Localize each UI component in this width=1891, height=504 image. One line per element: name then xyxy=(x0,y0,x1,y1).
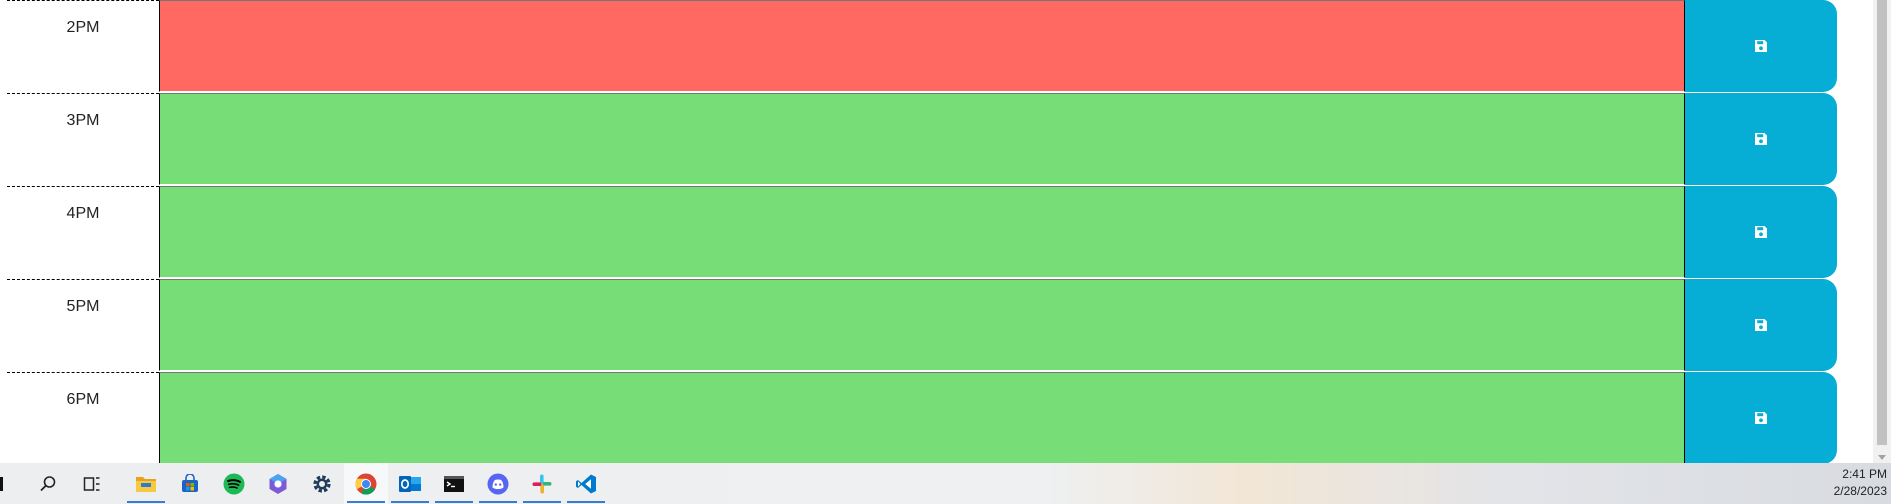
time-block-row: 2PM xyxy=(7,0,1839,93)
taskbar-button-search[interactable] xyxy=(26,463,70,504)
clock-time: 2:41 PM xyxy=(1842,467,1887,481)
windows-taskbar: 2:41 PM 2/28/2023 xyxy=(0,463,1891,504)
microsoft-store-icon xyxy=(180,473,200,494)
floppy-disk-icon xyxy=(1755,412,1767,424)
save-button[interactable] xyxy=(1685,0,1837,92)
taskbar-button-chrome[interactable] xyxy=(344,463,388,504)
taskbar-button-file-explorer[interactable] xyxy=(124,463,168,504)
vertical-scrollbar[interactable] xyxy=(1873,0,1891,463)
terminal-icon xyxy=(443,474,465,494)
start-button-edge[interactable] xyxy=(0,463,6,504)
floppy-disk-icon xyxy=(1755,319,1767,331)
taskbar-button-spotify[interactable] xyxy=(212,463,256,504)
time-block-row: 3PM xyxy=(7,93,1839,186)
hour-label: 2PM xyxy=(7,0,159,92)
time-block-list: 2PM 3PM 4PM 5PM 6PM xyxy=(7,0,1839,463)
save-button[interactable] xyxy=(1685,279,1837,371)
taskbar-button-slack[interactable] xyxy=(520,463,564,504)
clock-date: 2/28/2023 xyxy=(1833,484,1887,498)
discord-icon xyxy=(487,473,509,495)
time-block-row: 5PM xyxy=(7,279,1839,372)
event-description-input[interactable] xyxy=(159,186,1685,278)
save-button[interactable] xyxy=(1685,372,1837,463)
taskbar-button-vscode[interactable] xyxy=(564,463,608,504)
hour-label: 3PM xyxy=(7,93,159,185)
taskbar-button-terminal[interactable] xyxy=(432,463,476,504)
event-description-input[interactable] xyxy=(159,279,1685,371)
time-block-row: 6PM xyxy=(7,372,1839,463)
scroll-down-arrow-icon[interactable] xyxy=(1878,455,1886,460)
copilot-icon xyxy=(267,473,289,495)
time-block-row: 4PM xyxy=(7,186,1839,279)
hour-label: 5PM xyxy=(7,279,159,371)
taskbar-button-settings-gear[interactable] xyxy=(300,463,344,504)
settings-gear-icon xyxy=(311,473,333,495)
event-description-input[interactable] xyxy=(159,0,1685,92)
event-description-input[interactable] xyxy=(159,372,1685,463)
taskbar-button-copilot[interactable] xyxy=(256,463,300,504)
file-explorer-icon xyxy=(135,474,157,494)
save-button[interactable] xyxy=(1685,93,1837,185)
taskbar-button-outlook[interactable] xyxy=(388,463,432,504)
taskbar-button-task-view[interactable] xyxy=(70,463,114,504)
browser-viewport: 2PM 3PM 4PM 5PM 6PM xyxy=(0,0,1873,463)
slack-icon xyxy=(531,473,553,495)
task-view-icon xyxy=(83,475,101,493)
event-description-input[interactable] xyxy=(159,93,1685,185)
floppy-disk-icon xyxy=(1755,133,1767,145)
taskbar-button-discord[interactable] xyxy=(476,463,520,504)
hour-label: 6PM xyxy=(7,372,159,463)
chrome-icon xyxy=(355,473,377,495)
floppy-disk-icon xyxy=(1755,226,1767,238)
vscode-icon xyxy=(575,473,597,495)
spotify-icon xyxy=(223,473,245,495)
taskbar-button-microsoft-store[interactable] xyxy=(168,463,212,504)
scrollbar-thumb[interactable] xyxy=(1877,0,1887,445)
system-clock[interactable]: 2:41 PM 2/28/2023 xyxy=(1834,466,1887,500)
search-icon xyxy=(39,475,57,493)
hour-label: 4PM xyxy=(7,186,159,278)
save-button[interactable] xyxy=(1685,186,1837,278)
floppy-disk-icon xyxy=(1755,40,1767,52)
outlook-icon xyxy=(398,473,422,495)
